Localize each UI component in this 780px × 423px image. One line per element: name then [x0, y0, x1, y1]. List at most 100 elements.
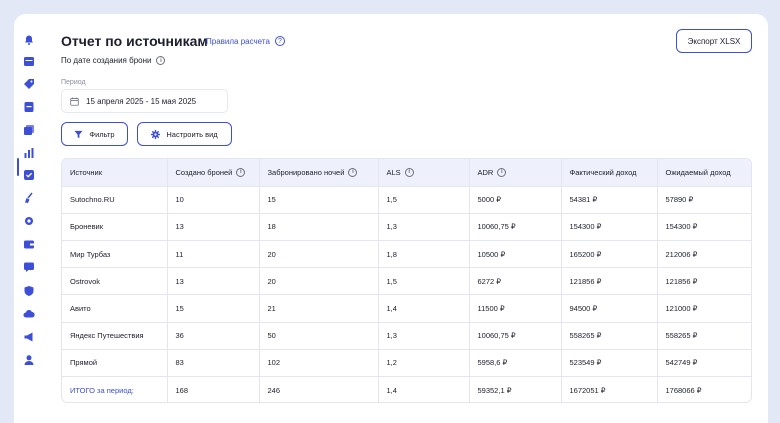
- column-header-actual-revenue: Фактический доход: [561, 159, 658, 187]
- table-cell: 1,5: [378, 186, 470, 214]
- sidebar-bell-icon[interactable]: [23, 34, 35, 46]
- calendar-icon: [70, 97, 79, 106]
- export-xlsx-button[interactable]: Экспорт XLSX: [676, 29, 752, 53]
- sidebar: [14, 14, 44, 423]
- period-date-picker[interactable]: 15 апреля 2025 - 15 мая 2025: [61, 89, 228, 113]
- table-cell: 54381 ₽: [561, 186, 658, 214]
- sidebar-checkbox-icon[interactable]: [23, 169, 35, 181]
- table-cell: 10: [167, 186, 260, 214]
- info-icon[interactable]: i: [497, 167, 507, 177]
- total-cell: 1672051 ₽: [561, 376, 658, 402]
- sidebar-broom-icon[interactable]: [23, 192, 35, 204]
- sources-report-table: Источник Создано броней i Забронировано н…: [61, 158, 752, 403]
- table-row: Броневик 13 18 1,3 10060,75 ₽154300 ₽154300 …: [62, 213, 751, 242]
- sidebar-chart-icon[interactable]: [23, 147, 35, 159]
- total-cell: 168: [167, 376, 260, 402]
- sidebar-calendar-icon[interactable]: [23, 55, 35, 67]
- table-row: Прямой 83 102 1,2 5958,6 ₽523549 ₽542749 ₽: [62, 349, 751, 378]
- report-subtitle: По дате создания брони i: [61, 56, 166, 65]
- table-cell: 1,3: [378, 322, 470, 350]
- total-cell: 246: [259, 376, 379, 402]
- sidebar-active-indicator: [17, 158, 19, 176]
- table-cell: 154300 ₽: [657, 213, 751, 242]
- table-cell: 121856 ₽: [561, 267, 658, 296]
- table-total-row: ИТОГО за период: 168 246 1,4 59352,1 ₽167205…: [62, 376, 751, 402]
- calculation-rules-label[interactable]: Правила расчета: [206, 37, 270, 46]
- table-cell: Авито: [62, 294, 168, 323]
- sidebar-tag-icon[interactable]: [23, 78, 35, 90]
- table-cell: 1,5: [378, 267, 470, 296]
- subtitle-text: По дате создания брони: [61, 56, 152, 65]
- table-cell: 542749 ₽: [657, 349, 751, 378]
- calculation-rules-link[interactable]: Правила расчета ?: [206, 36, 285, 46]
- sidebar-documents-icon[interactable]: [23, 124, 35, 136]
- table-cell: 523549 ₽: [561, 349, 658, 378]
- table-cell: 5958,6 ₽: [469, 349, 562, 378]
- column-header-expected-revenue: Ожидаемый доход: [657, 159, 751, 187]
- table-cell: 10500 ₽: [469, 240, 562, 269]
- sidebar-chat-icon[interactable]: [23, 261, 35, 273]
- funnel-icon: [74, 130, 83, 138]
- period-value[interactable]: 15 апреля 2025 - 15 мая 2025: [86, 97, 196, 106]
- info-icon[interactable]: i: [156, 56, 166, 65]
- question-icon[interactable]: ?: [274, 36, 285, 46]
- page-title: Отчет по источникам: [61, 33, 208, 49]
- table-cell: Броневик: [62, 213, 168, 242]
- column-header-adr: ADR i: [469, 159, 562, 187]
- column-header-nights-booked: Забронировано ночей i: [259, 159, 379, 187]
- table-cell: 121000 ₽: [657, 294, 751, 323]
- table-cell: 6272 ₽: [469, 267, 562, 296]
- table-cell: 11: [167, 240, 260, 269]
- table-cell: 20: [259, 267, 379, 296]
- table-cell: 121856 ₽: [657, 267, 751, 296]
- table-cell: 10060,75 ₽: [469, 322, 562, 350]
- table-cell: 212006 ₽: [657, 240, 751, 269]
- customize-view-label[interactable]: Настроить вид: [166, 130, 217, 139]
- sidebar-settings-icon[interactable]: [23, 215, 35, 227]
- sidebar-booking-icon[interactable]: [23, 101, 35, 113]
- filter-button-label[interactable]: Фильтр: [89, 130, 114, 139]
- table-cell: Sutochno.RU: [62, 186, 168, 214]
- table-cell: Прямой: [62, 349, 168, 378]
- period-label: Период: [61, 79, 86, 86]
- table-header-row: Источник Создано броней i Забронировано н…: [62, 159, 751, 187]
- table-row: Sutochno.RU 10 15 1,5 5000 ₽54381 ₽57890 ₽: [62, 186, 751, 214]
- sidebar-megaphone-icon[interactable]: [23, 331, 35, 343]
- table-cell: 165200 ₽: [561, 240, 658, 269]
- sidebar-wallet-icon[interactable]: [23, 238, 35, 250]
- table-cell: 15: [167, 294, 260, 323]
- table-cell: Ostrovok: [62, 267, 168, 296]
- total-cell: 1768066 ₽: [665, 385, 702, 395]
- table-cell: 154300 ₽: [561, 213, 658, 242]
- table-row: Ostrovok 13 20 1,5 6272 ₽121856 ₽121856 ₽: [62, 267, 751, 296]
- total-cell: 1,4: [378, 376, 470, 402]
- table-cell: 10060,75 ₽: [469, 213, 562, 242]
- sidebar-shield-icon[interactable]: [23, 285, 35, 297]
- info-icon[interactable]: i: [404, 167, 414, 177]
- info-icon[interactable]: i: [348, 167, 358, 177]
- column-header-als: ALS i: [378, 159, 470, 187]
- customize-view-button[interactable]: Настроить вид: [137, 122, 232, 146]
- table-cell: 50: [259, 322, 379, 350]
- sidebar-user-icon[interactable]: [23, 354, 35, 366]
- table-cell: Мир Турбаз: [62, 240, 168, 269]
- table-cell: 57890 ₽: [657, 186, 751, 214]
- table-cell: 83: [167, 349, 260, 378]
- table-cell: 36: [167, 322, 260, 350]
- table-cell: 13: [167, 267, 260, 296]
- table-cell: 1,2: [378, 349, 470, 378]
- table-cell: 20: [259, 240, 379, 269]
- column-header-bookings-created: Создано броней i: [167, 159, 260, 187]
- info-icon[interactable]: i: [236, 167, 246, 177]
- table-row: Мир Турбаз 11 20 1,8 10500 ₽165200 ₽212006 ₽: [62, 240, 751, 269]
- column-header-source: Источник: [62, 159, 168, 187]
- table-cell: 18: [259, 213, 379, 242]
- table-cell: 558265 ₽: [561, 322, 658, 350]
- total-label: ИТОГО за период:: [62, 376, 168, 402]
- table-cell: 94500 ₽: [561, 294, 658, 323]
- sidebar-cloud-icon[interactable]: [23, 308, 35, 320]
- table-cell: 1,8: [378, 240, 470, 269]
- filter-button[interactable]: Фильтр: [61, 122, 128, 146]
- table-cell: 1,3: [378, 213, 470, 242]
- table-row: Авито 15 21 1,4 11500 ₽94500 ₽121000 ₽: [62, 294, 751, 323]
